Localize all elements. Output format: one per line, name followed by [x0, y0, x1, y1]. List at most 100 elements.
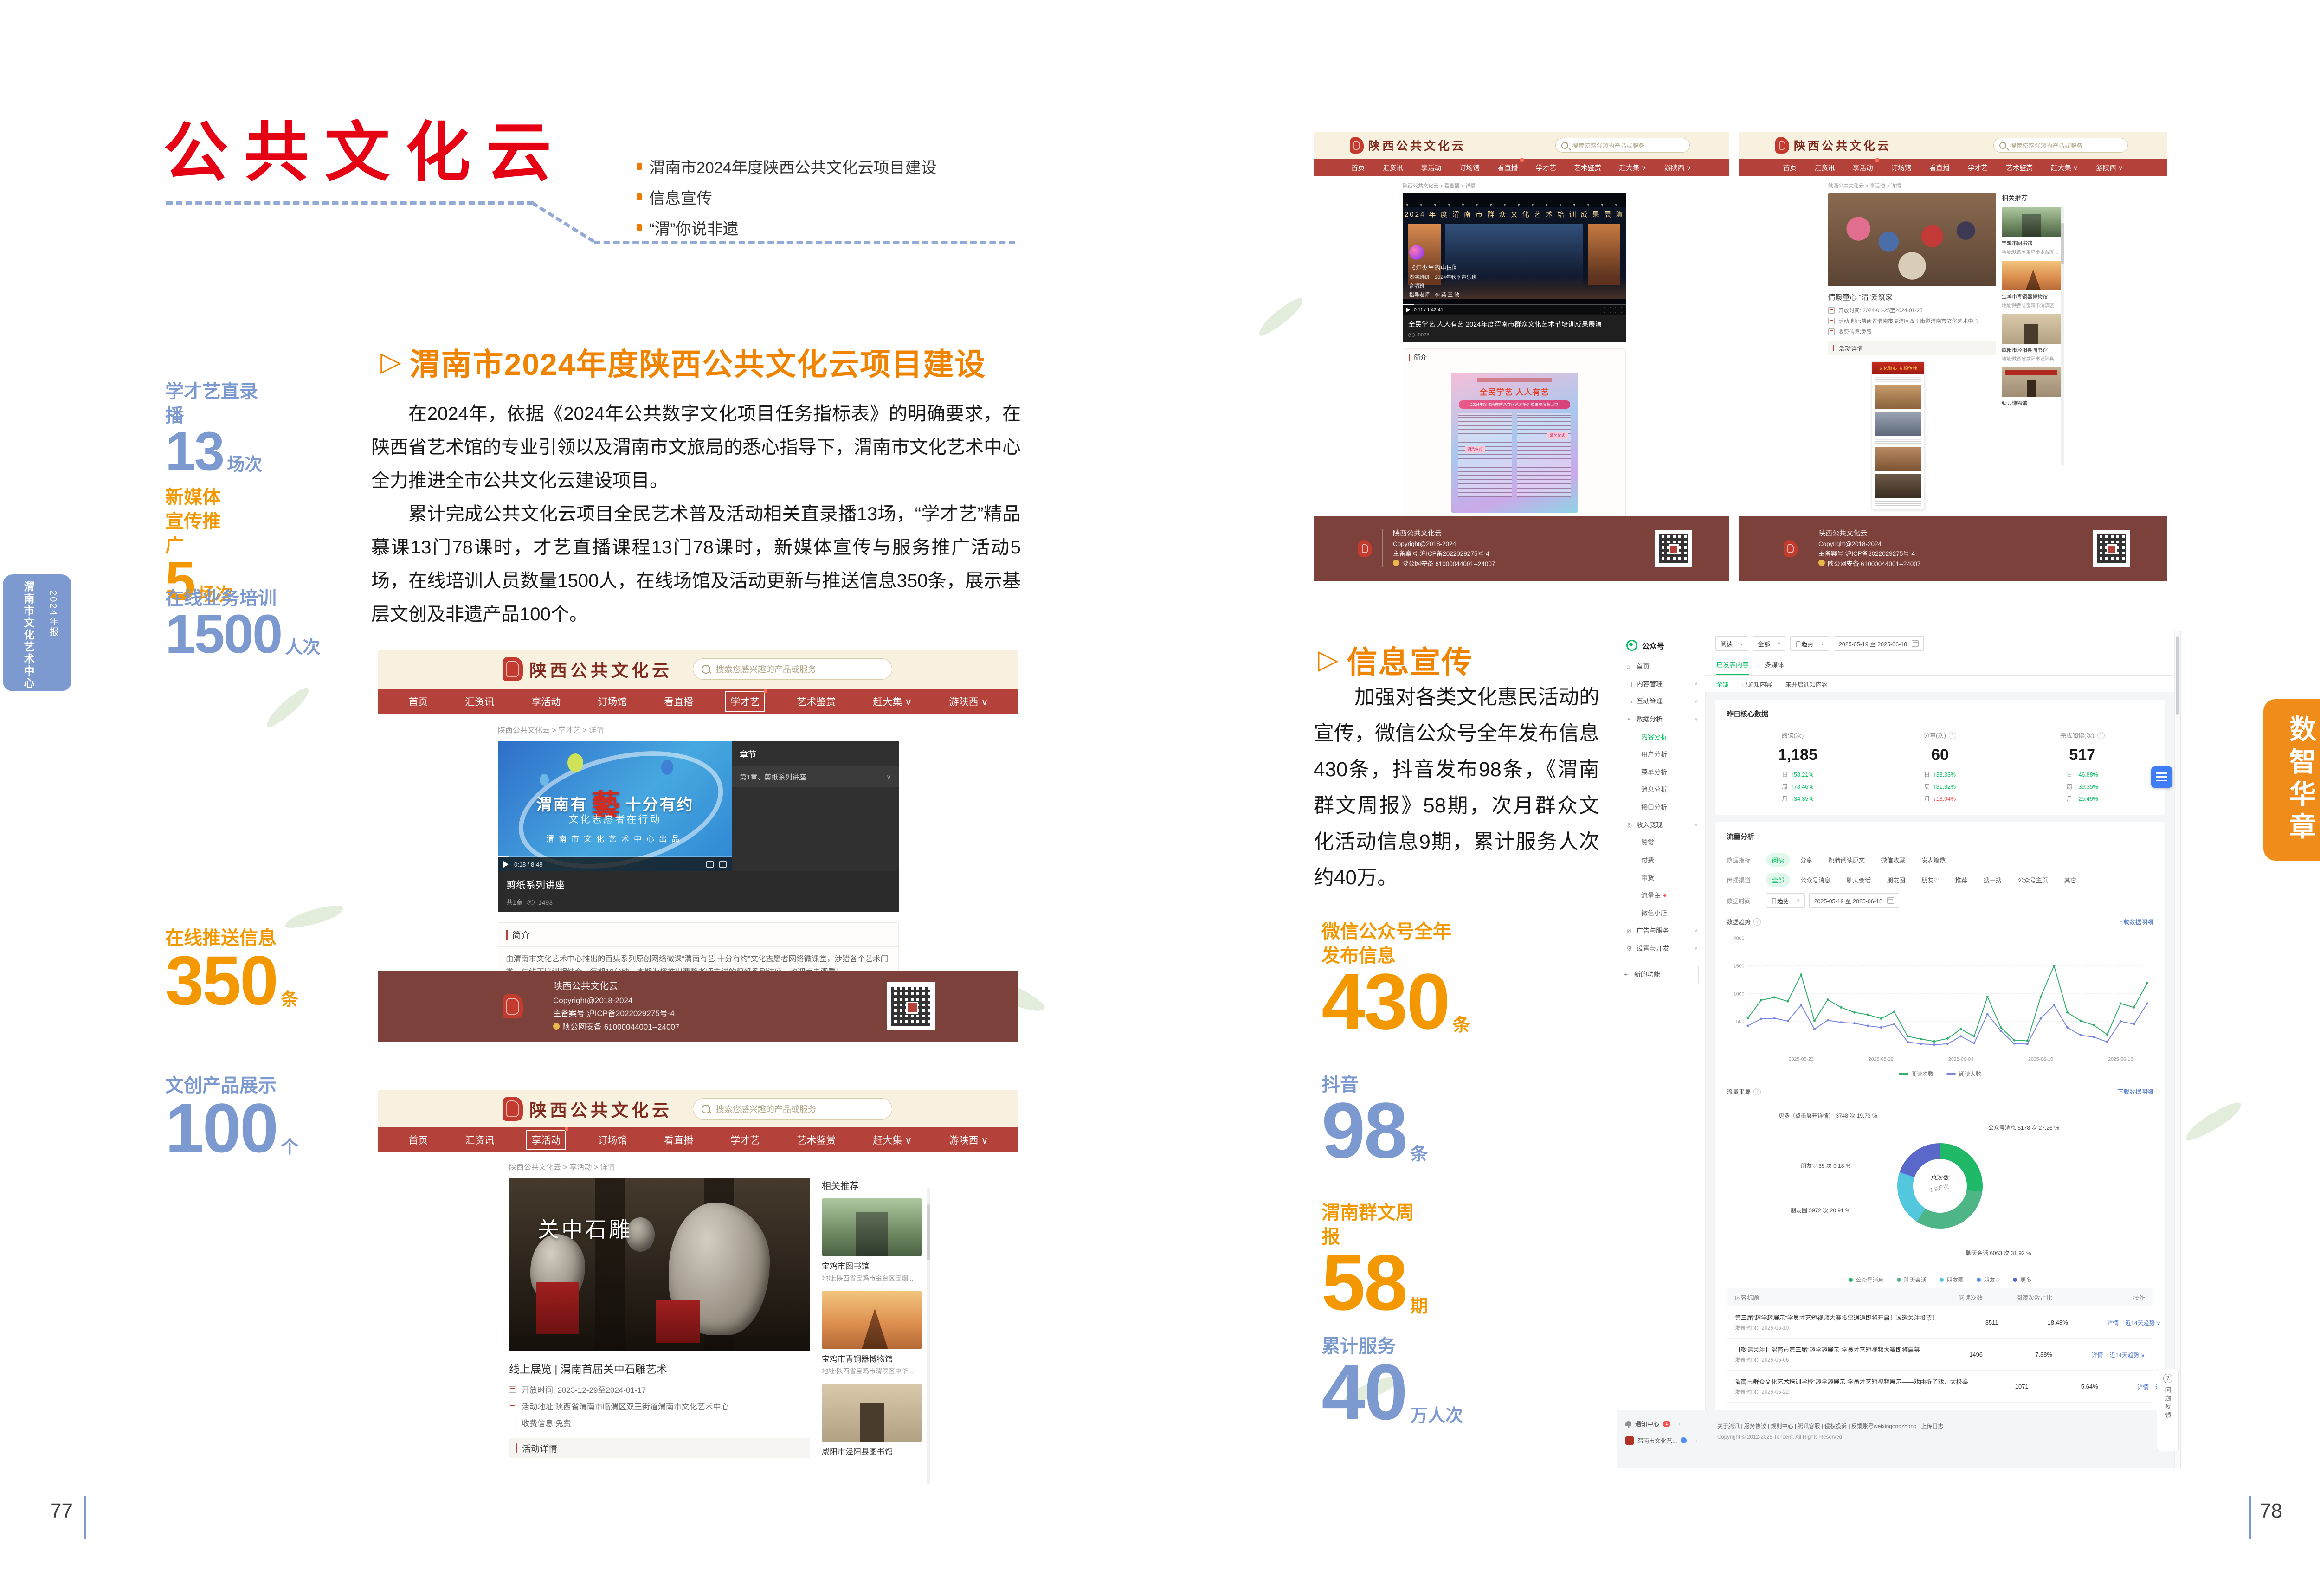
nav-item[interactable]: 汇资讯 — [459, 1130, 500, 1150]
nav-item[interactable]: 看直播 — [1926, 161, 1953, 174]
date-range-input[interactable]: 2025-05-19 至 2025-06-18 — [1809, 893, 1899, 908]
legend-item[interactable]: 阅读次数 — [1899, 1070, 1933, 1078]
indicator-pill[interactable]: 微信收藏 — [1875, 853, 1911, 867]
help-icon[interactable]: ? — [1753, 1088, 1761, 1095]
channel-pill[interactable]: 全部 — [1766, 873, 1790, 887]
nav-item[interactable]: 首页 — [403, 1130, 433, 1150]
notification-center[interactable]: 通知中心 1 › — [1625, 1419, 1681, 1428]
sidebar-menu-item[interactable]: 接口分析 — [1617, 798, 1705, 816]
exhibition-hero-image[interactable]: 关中石雕 — [509, 1178, 810, 1351]
nav-item[interactable]: 看直播 — [658, 1130, 699, 1150]
legend-item[interactable]: 朋友♡ — [1977, 1276, 2000, 1284]
sidebar-menu-item[interactable]: 消息分析 — [1617, 781, 1705, 798]
date-range-input[interactable]: 2025-05-19 至 2025-06-18 — [1834, 636, 1924, 651]
sidebar-menu-item[interactable]: ⌂ 首页 — [1617, 657, 1705, 675]
scrollbar[interactable] — [927, 1188, 930, 1485]
site-logo[interactable]: 陕西公共文化云 — [1350, 137, 1466, 154]
article-title[interactable]: 第三届“趣学趣展示”学员才艺短视频大赛投票通道即将开启！诚邀关注投票！ — [1735, 1313, 1947, 1322]
tab[interactable]: 已发表内容 — [1716, 660, 1749, 675]
detail-link[interactable]: 详情 — [2137, 1382, 2149, 1391]
account-switcher[interactable]: 渭南市文化艺... › — [1625, 1436, 1697, 1445]
related-card[interactable]: 宝鸡市青铜器博物馆 地址:陕西省宝鸡市渭滨区中华... — [822, 1291, 922, 1376]
channel-pill[interactable]: 推荐 — [1949, 873, 1973, 887]
legend-item[interactable]: 聊天会话 — [1897, 1276, 1927, 1284]
search-input[interactable]: 搜索您感兴趣的产品或服务 — [693, 658, 892, 680]
nav-item[interactable]: 汇资讯 — [459, 691, 500, 712]
trend-select[interactable]: 日趋势∨ — [1766, 893, 1805, 908]
sidebar-menu-item[interactable]: ⚙ 设置与开发 ∨ — [1617, 940, 1705, 957]
nav-item[interactable]: 赶大集 ∨ — [1616, 161, 1650, 174]
nav-item[interactable]: 艺术鉴赏 — [791, 691, 841, 712]
scrollbar-thumb[interactable] — [2176, 636, 2179, 715]
sidebar-menu-item[interactable]: 用户分析 — [1617, 746, 1705, 763]
nav-item[interactable]: 游陕西 ∨ — [1661, 161, 1695, 174]
program-poster[interactable]: 全民学艺 人人有艺 2024年度渭南市群众文化艺术培训成果展演节目单 颁奖仪式 … — [1451, 373, 1578, 513]
tab[interactable]: 多媒体 — [1765, 660, 1784, 675]
footer-police[interactable]: 陕公网安备 61000044001--24007 — [562, 1023, 679, 1031]
nav-item[interactable]: 学才艺 — [1533, 161, 1560, 174]
volume-icon[interactable] — [1604, 307, 1611, 313]
site-logo[interactable]: 陕西公共文化云 — [503, 1096, 672, 1121]
help-icon[interactable]: ? — [1753, 918, 1761, 926]
site-logo[interactable]: 陕西公共文化云 — [503, 656, 672, 682]
volume-icon[interactable] — [706, 861, 714, 868]
sidebar-menu-item[interactable]: ◎ 收入变现 ∧ — [1617, 816, 1705, 834]
video-player[interactable]: 渭南有藝十分有约 文化志愿者在行动 渭南市文化艺术中心出品 0:18 / 8:4… — [498, 741, 732, 871]
sidebar-menu-item[interactable]: 付费 — [1617, 851, 1705, 869]
nav-item[interactable]: 艺术鉴赏 — [2003, 161, 2036, 174]
nav-item[interactable]: 首页 — [403, 691, 433, 712]
sidebar-menu-item[interactable]: 内容分析 — [1617, 728, 1705, 746]
channel-pill[interactable]: 其它 — [2058, 873, 2082, 887]
nav-item[interactable]: 游陕西 ∨ — [944, 1130, 994, 1150]
related-card[interactable]: 宝鸡市图书馆 地址:陕西省宝鸡市金台区宝烟... — [822, 1198, 922, 1283]
nav-item[interactable]: 游陕西 ∨ — [944, 691, 994, 712]
fullscreen-icon[interactable] — [1615, 307, 1622, 313]
sidebar-menu-item[interactable]: ▭ 互动管理 ∨ — [1617, 693, 1705, 710]
channel-pill[interactable]: 公众号消息 — [1794, 873, 1837, 887]
help-icon[interactable]: ? — [1949, 732, 1956, 739]
nav-item[interactable]: 赶大集 ∨ — [867, 691, 917, 712]
sidebar-menu-item[interactable]: ▤ 内容管理 ∨ — [1617, 675, 1705, 693]
nav-item[interactable]: 首页 — [1780, 161, 1800, 174]
nav-item[interactable]: 享活动 — [1850, 161, 1876, 174]
nav-item[interactable]: 看直播 — [658, 691, 699, 712]
channel-pill[interactable]: 公众号主页 — [2012, 873, 2054, 887]
search-input[interactable]: 搜索您感兴趣的产品或服务 — [693, 1098, 892, 1120]
legend-item[interactable]: 更多 — [2013, 1276, 2031, 1284]
sidebar-menu-item[interactable]: 赞赏 — [1617, 834, 1705, 851]
nav-item[interactable]: 赶大集 ∨ — [867, 1130, 917, 1150]
activity-photo[interactable] — [1828, 193, 1996, 286]
nav-item[interactable]: 订场馆 — [592, 1130, 632, 1150]
nav-item[interactable]: 订场馆 — [1456, 161, 1483, 174]
video-player[interactable]: 2024 年 度 渭 南 市 群 众 文 化 艺 术 培 训 成 果 展 演 《… — [1403, 193, 1626, 315]
related-card[interactable]: 宝鸡市青铜器博物馆 地址:陕西省宝鸡市渭滨区中华... — [2002, 261, 2061, 309]
nav-item[interactable]: 汇资讯 — [1379, 161, 1406, 174]
granularity-select[interactable]: 日趋势∨ — [1790, 636, 1829, 651]
related-card[interactable]: 宝鸡市图书馆 地址:陕西省宝鸡市金台区宝烟... — [2002, 207, 2061, 255]
trend-link[interactable]: 近14天趋势 ∨ — [2125, 1318, 2161, 1327]
nav-item[interactable]: 订场馆 — [1888, 161, 1915, 174]
sidebar-menu-item[interactable]: 带货 — [1617, 869, 1705, 887]
news-poster[interactable]: 文化聚心 立根传魂 — [1872, 361, 1925, 510]
channel-pill[interactable]: 搜一搜 — [1978, 873, 2008, 887]
footer-icp[interactable]: 主备案号 沪ICP备2022029275号-4 — [553, 1007, 679, 1020]
play-icon[interactable] — [1406, 308, 1410, 312]
nav-item[interactable]: 看直播 — [1495, 161, 1521, 174]
scrollbar[interactable] — [2061, 206, 2064, 466]
site-logo[interactable]: 陕西公共文化云 — [1775, 137, 1891, 154]
nav-item[interactable]: 艺术鉴赏 — [791, 1130, 841, 1150]
subtab[interactable]: 未开启通知内容 — [1779, 680, 1834, 689]
article-title[interactable]: 【敬请关注】渭南市第三届“趣学趣展示”学员才艺短视频大赛即将启幕 — [1735, 1345, 1932, 1354]
related-card[interactable]: 咸阳市泾阳县图书馆 地址:陕西省咸阳市泾阳县泾干... — [2002, 314, 2061, 362]
download-link[interactable]: 下载数据明细 — [2117, 917, 2153, 926]
help-icon[interactable]: ? — [2097, 732, 2105, 739]
scrollbar[interactable] — [2174, 631, 2180, 1468]
legend-item[interactable]: 公众号消息 — [1849, 1276, 1884, 1284]
channel-pill[interactable]: 朋友圈 — [1881, 873, 1911, 887]
related-card[interactable]: 勉县博物馆 — [2002, 367, 2061, 407]
related-card[interactable]: 咸阳市泾阳县图书馆 — [822, 1384, 922, 1457]
chapter-item[interactable]: 第1章、剪纸系列讲座∨ — [732, 766, 899, 787]
nav-item[interactable]: 艺术鉴赏 — [1571, 161, 1605, 174]
nav-item[interactable]: 赶大集 ∨ — [2048, 161, 2081, 174]
nav-item[interactable]: 汇资讯 — [1811, 161, 1838, 174]
